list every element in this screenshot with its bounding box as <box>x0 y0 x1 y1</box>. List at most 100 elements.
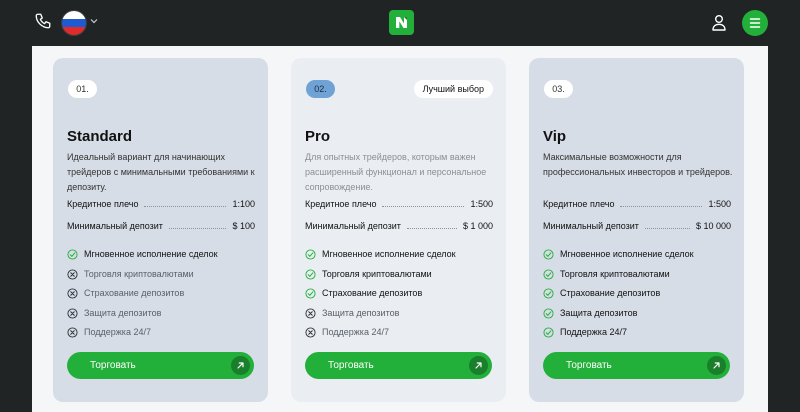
feature-item: Защита депозитов <box>543 307 637 319</box>
feature-label: Торговля криптовалютами <box>84 269 194 279</box>
leverage-row: Кредитное плечо 1:500 <box>305 198 493 210</box>
leverage-value: 1:500 <box>470 199 493 209</box>
min-deposit-row: Минимальный депозит $ 10 000 <box>543 220 731 232</box>
min-deposit-label: Минимальный депозит <box>543 221 639 231</box>
top-header <box>0 0 800 46</box>
feature-label: Поддержка 24/7 <box>84 327 151 337</box>
leader-dots <box>382 205 465 207</box>
plan-title: Standard <box>67 128 133 145</box>
plan-card-pro: 02. Лучший выбор Pro Для опытных трейдеров,… <box>291 58 506 402</box>
feature-item: Защита депозитов <box>67 307 161 319</box>
trade-button-label: Торговать <box>90 360 136 371</box>
leverage-value: 1:100 <box>232 199 255 209</box>
feature-item: Поддержка 24/7 <box>67 326 151 338</box>
check-circle-icon <box>543 307 560 319</box>
feature-item: Страхование депозитов <box>543 287 660 299</box>
feature-item: Защита депозитов <box>305 307 399 319</box>
feature-label: Страхование депозитов <box>84 288 185 298</box>
feature-label: Защита депозитов <box>560 308 638 318</box>
leverage-label: Кредитное плечо <box>305 199 377 209</box>
plan-description: Идеальный вариант для начинающих трейдер… <box>67 152 255 192</box>
feature-label: Мгновенное исполнение сделок <box>560 249 694 259</box>
hamburger-menu-button[interactable] <box>742 10 768 36</box>
feature-label: Мгновенное исполнение сделок <box>84 249 218 259</box>
min-deposit-value: $ 1 000 <box>462 221 493 231</box>
feature-item: Мгновенное исполнение сделок <box>543 248 694 260</box>
x-circle-icon <box>67 268 84 280</box>
check-circle-icon <box>305 287 322 299</box>
check-circle-icon <box>543 248 560 260</box>
trade-button[interactable]: Торговать <box>543 352 730 379</box>
plan-title: Pro <box>305 128 331 145</box>
pricing-section: 01. Standard Идеальный вариант для начинаю… <box>32 46 768 412</box>
check-circle-icon <box>543 326 560 338</box>
plan-title: Vip <box>543 128 567 145</box>
chevron-down-icon[interactable] <box>90 17 98 25</box>
feature-item: Мгновенное исполнение сделок <box>67 248 218 260</box>
x-circle-icon <box>305 326 322 338</box>
leader-dots <box>620 205 703 207</box>
check-circle-icon <box>67 248 84 260</box>
leverage-row: Кредитное плечо 1:100 <box>67 198 255 210</box>
x-circle-icon <box>67 326 84 338</box>
plan-number-badge: 02. <box>306 80 335 98</box>
feature-label: Поддержка 24/7 <box>560 327 627 337</box>
plan-card-standard: 01. Standard Идеальный вариант для начинаю… <box>53 58 268 402</box>
min-deposit-value: $ 100 <box>232 221 255 231</box>
leader-dots <box>644 227 690 229</box>
plan-number-badge: 03. <box>544 80 573 98</box>
check-circle-icon <box>305 248 322 260</box>
feature-item: Торговля криптовалютами <box>543 268 670 280</box>
feature-item: Поддержка 24/7 <box>543 326 627 338</box>
user-icon[interactable] <box>711 14 727 31</box>
plan-number-badge: 01. <box>68 80 97 98</box>
feature-label: Страхование депозитов <box>322 288 423 298</box>
plan-description: Для опытных трейдеров, которым важен рас… <box>305 152 487 192</box>
leverage-label: Кредитное плечо <box>543 199 615 209</box>
feature-item: Мгновенное исполнение сделок <box>305 248 456 260</box>
plan-description: Максимальные возможности для профессиона… <box>543 152 733 177</box>
arrow-up-right-icon <box>707 356 726 375</box>
trade-button[interactable]: Торговать <box>67 352 254 379</box>
feature-label: Защита депозитов <box>84 308 162 318</box>
check-circle-icon <box>543 268 560 280</box>
check-circle-icon <box>305 268 322 280</box>
feature-label: Страхование депозитов <box>560 288 661 298</box>
arrow-up-right-icon <box>231 356 250 375</box>
feature-item: Поддержка 24/7 <box>305 326 389 338</box>
trade-button-label: Торговать <box>328 360 374 371</box>
leverage-label: Кредитное плечо <box>67 199 139 209</box>
arrow-up-right-icon <box>469 356 488 375</box>
min-deposit-label: Минимальный депозит <box>67 221 163 231</box>
x-circle-icon <box>305 307 322 319</box>
check-circle-icon <box>543 287 560 299</box>
trade-button[interactable]: Торговать <box>305 352 492 379</box>
trade-button-label: Торговать <box>566 360 612 371</box>
feature-item: Торговля криптовалютами <box>305 268 432 280</box>
feature-label: Торговля криптовалютами <box>560 269 670 279</box>
feature-label: Поддержка 24/7 <box>322 327 389 337</box>
hamburger-menu-icon <box>749 18 761 28</box>
feature-label: Торговля криптовалютами <box>322 269 432 279</box>
feature-label: Мгновенное исполнение сделок <box>322 249 456 259</box>
min-deposit-value: $ 10 000 <box>695 221 731 231</box>
x-circle-icon <box>67 287 84 299</box>
feature-item: Страхование депозитов <box>67 287 184 299</box>
leader-dots <box>144 205 227 207</box>
leader-dots <box>168 227 227 229</box>
plan-card-vip: 03. Vip Максимальные возможности для профе… <box>529 58 744 402</box>
leader-dots <box>406 227 457 229</box>
leverage-value: 1:500 <box>708 199 731 209</box>
min-deposit-row: Минимальный депозит $ 100 <box>67 220 255 232</box>
min-deposit-row: Минимальный депозит $ 1 000 <box>305 220 493 232</box>
x-circle-icon <box>67 307 84 319</box>
feature-item: Торговля криптовалютами <box>67 268 194 280</box>
feature-item: Страхование депозитов <box>305 287 422 299</box>
phone-icon[interactable] <box>34 12 52 30</box>
feature-label: Защита депозитов <box>322 308 400 318</box>
logo-n-icon[interactable] <box>389 10 414 35</box>
leverage-row: Кредитное плечо 1:500 <box>543 198 731 210</box>
language-flag-russia[interactable] <box>61 10 87 36</box>
best-choice-badge: Лучший выбор <box>413 80 493 98</box>
min-deposit-label: Минимальный депозит <box>305 221 401 231</box>
